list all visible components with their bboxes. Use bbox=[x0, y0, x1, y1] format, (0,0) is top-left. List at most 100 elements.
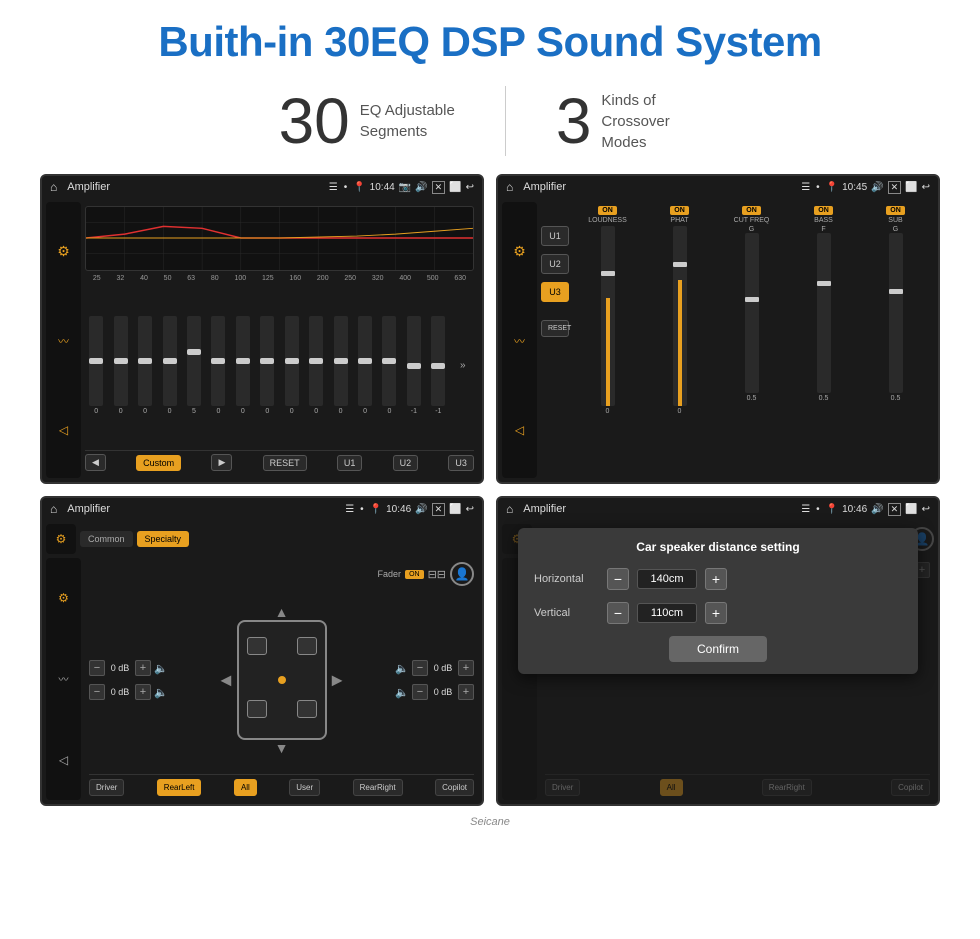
car-db-row: − 0 dB + 🔈 − 0 dB + 🔈 bbox=[89, 620, 474, 740]
loudness-on: ON bbox=[598, 206, 617, 215]
cross-vol-icon[interactable]: ◁ bbox=[515, 423, 524, 437]
br-bottom-btns: Driver All RearRight Copilot bbox=[545, 774, 930, 796]
eq-u3-btn[interactable]: U3 bbox=[448, 455, 474, 471]
phat-on: ON bbox=[670, 206, 689, 215]
eq-custom-label: Custom bbox=[136, 455, 181, 471]
all-btn[interactable]: All bbox=[234, 779, 257, 796]
sub-on: ON bbox=[886, 206, 905, 215]
screenshots-grid: ⌂ Amplifier ☰ • 📍 10:44 📷 🔊 ✕ ⬜ ↩ ⚙ 〰 ◁ bbox=[0, 174, 980, 806]
rl-minus-btn[interactable]: − bbox=[89, 684, 105, 700]
x-icon-tr: ✕ bbox=[888, 181, 902, 194]
cross-settings-icon[interactable]: ⚙ bbox=[513, 243, 526, 260]
spec-common-tab[interactable]: Common bbox=[80, 531, 133, 547]
horizontal-plus-btn[interactable]: + bbox=[705, 568, 727, 590]
eq-slider-6: 0 bbox=[207, 316, 229, 415]
eq-slider-5: 5 bbox=[183, 316, 205, 415]
car-arrow-left[interactable]: ◀ bbox=[221, 672, 232, 689]
screen-icon-tr: ⬜ bbox=[905, 182, 917, 193]
eq-wave-icon[interactable]: 〰 bbox=[58, 333, 69, 349]
eq-number: 30 bbox=[279, 89, 350, 153]
eq-main: 253240506380100125160200250320400500630 … bbox=[81, 202, 478, 478]
spec-specialty-tab[interactable]: Specialty bbox=[137, 531, 190, 547]
location-icon-tr: 📍 bbox=[826, 182, 838, 193]
eq-prev-btn[interactable]: ◀ bbox=[85, 454, 106, 471]
cross-u1-btn[interactable]: U1 bbox=[541, 226, 569, 246]
rear-left-btn[interactable]: RearLeft bbox=[157, 779, 202, 796]
fr-minus-btn[interactable]: − bbox=[412, 660, 428, 676]
volume-icon-br: 🔊 bbox=[871, 504, 883, 515]
fl-minus-btn[interactable]: − bbox=[89, 660, 105, 676]
eq-next-btn[interactable]: ▶ bbox=[211, 454, 232, 471]
menu-icon-br: ☰ bbox=[801, 504, 810, 515]
fader-on-btn[interactable]: ON bbox=[405, 570, 424, 579]
br-all-btn: All bbox=[660, 779, 683, 796]
screen-bottom-left: ⌂ Amplifier ☰ • 📍 10:46 🔊 ✕ ⬜ ↩ ⚙ Common… bbox=[40, 496, 484, 806]
eq-content: ⚙ 〰 ◁ bbox=[42, 198, 482, 482]
rear-right-btn[interactable]: RearRight bbox=[353, 779, 403, 796]
screen-bottom-right: ⌂ Amplifier ☰ • 📍 10:46 🔊 ✕ ⬜ ↩ ⚙ Common… bbox=[496, 496, 940, 806]
car-arrow-up[interactable]: ▲ bbox=[275, 604, 289, 620]
back-icon-bl: ↩ bbox=[466, 504, 474, 515]
driver-btn[interactable]: Driver bbox=[89, 779, 124, 796]
eq-controls: ◀ Custom ▶ RESET U1 U2 U3 bbox=[85, 450, 474, 474]
eq-slider-4: 0 bbox=[158, 316, 180, 415]
cross-u2-btn[interactable]: U2 bbox=[541, 254, 569, 274]
eq-settings-icon[interactable]: ⚙ bbox=[57, 243, 70, 260]
spec-settings-icon[interactable]: ⚙ bbox=[56, 532, 67, 546]
eq-reset-btn[interactable]: RESET bbox=[263, 455, 307, 471]
horizontal-minus-btn[interactable]: − bbox=[607, 568, 629, 590]
br-copilot-btn: Copilot bbox=[891, 779, 930, 796]
spec-icon-1[interactable]: ⚙ bbox=[58, 591, 69, 605]
rl-db-val: 0 dB bbox=[108, 687, 132, 697]
fr-plus-btn[interactable]: + bbox=[458, 660, 474, 676]
cross-u3-btn[interactable]: U3 bbox=[541, 282, 569, 302]
back-icon-tr: ↩ bbox=[922, 182, 930, 193]
cross-reset-btn[interactable]: RESET bbox=[541, 320, 569, 337]
eq-slider-12: 0 bbox=[354, 316, 376, 415]
eq-vol-icon[interactable]: ◁ bbox=[59, 423, 68, 437]
spec-icon-2[interactable]: 〰 bbox=[59, 671, 69, 686]
car-arrow-right[interactable]: ▶ bbox=[332, 672, 343, 689]
amplifier-title-tr: Amplifier bbox=[523, 181, 795, 193]
br-rear-right-btn: RearRight bbox=[762, 779, 812, 796]
home-icon-tr: ⌂ bbox=[506, 180, 513, 194]
distance-dialog: Car speaker distance setting Horizontal … bbox=[518, 528, 918, 674]
confirm-button[interactable]: Confirm bbox=[669, 636, 767, 662]
eq-u1-btn[interactable]: U1 bbox=[337, 455, 363, 471]
cross-ch-cutfreq: ON CUT FREQ G 0.5 bbox=[717, 206, 786, 474]
cross-wave-icon[interactable]: 〰 bbox=[514, 333, 525, 349]
cross-sidebar: ⚙ 〰 ◁ bbox=[502, 202, 537, 478]
eq-sliders: 0 0 0 0 5 bbox=[85, 284, 474, 447]
spec-car-area: Fader ON ⊟⊟ 👤 − 0 dB + 🔈 bbox=[85, 558, 478, 800]
eq-u2-btn[interactable]: U2 bbox=[393, 455, 419, 471]
phat-label: PHAT bbox=[670, 217, 688, 224]
eq-slider-more: » bbox=[452, 360, 474, 371]
loudness-label: LOUDNESS bbox=[588, 217, 627, 224]
spec-icon-3[interactable]: ◁ bbox=[59, 753, 68, 767]
time-br: 10:46 bbox=[842, 504, 867, 515]
status-icons-bl: 📍 10:46 🔊 ✕ ⬜ ↩ bbox=[370, 503, 474, 516]
fl-plus-btn[interactable]: + bbox=[135, 660, 151, 676]
copilot-btn[interactable]: Copilot bbox=[435, 779, 474, 796]
cutfreq-label: CUT FREQ bbox=[734, 217, 770, 224]
location-icon-tl: 📍 bbox=[353, 182, 365, 193]
fl-speaker-icon: 🔈 bbox=[154, 662, 168, 675]
rr-plus-btn[interactable]: + bbox=[458, 684, 474, 700]
car-arrow-down[interactable]: ▼ bbox=[275, 740, 289, 756]
volume-icon-bl: 🔊 bbox=[415, 504, 427, 515]
br-driver-btn: Driver bbox=[545, 779, 580, 796]
eq-slider-3: 0 bbox=[134, 316, 156, 415]
rl-speaker-icon: 🔈 bbox=[154, 686, 168, 699]
user-icon[interactable]: 👤 bbox=[450, 562, 474, 586]
vertical-minus-btn[interactable]: − bbox=[607, 602, 629, 624]
horizontal-label: Horizontal bbox=[534, 573, 599, 585]
car-seat-fr bbox=[297, 637, 317, 655]
spec-main-content: ⚙ 〰 ◁ Fader ON ⊟⊟ 👤 bbox=[46, 558, 478, 800]
vertical-plus-btn[interactable]: + bbox=[705, 602, 727, 624]
user-btn[interactable]: User bbox=[289, 779, 320, 796]
rl-plus-btn[interactable]: + bbox=[135, 684, 151, 700]
eq-slider-7: 0 bbox=[232, 316, 254, 415]
cutfreq-on: ON bbox=[742, 206, 761, 215]
home-icon-tl: ⌂ bbox=[50, 180, 57, 194]
rr-minus-btn[interactable]: − bbox=[412, 684, 428, 700]
